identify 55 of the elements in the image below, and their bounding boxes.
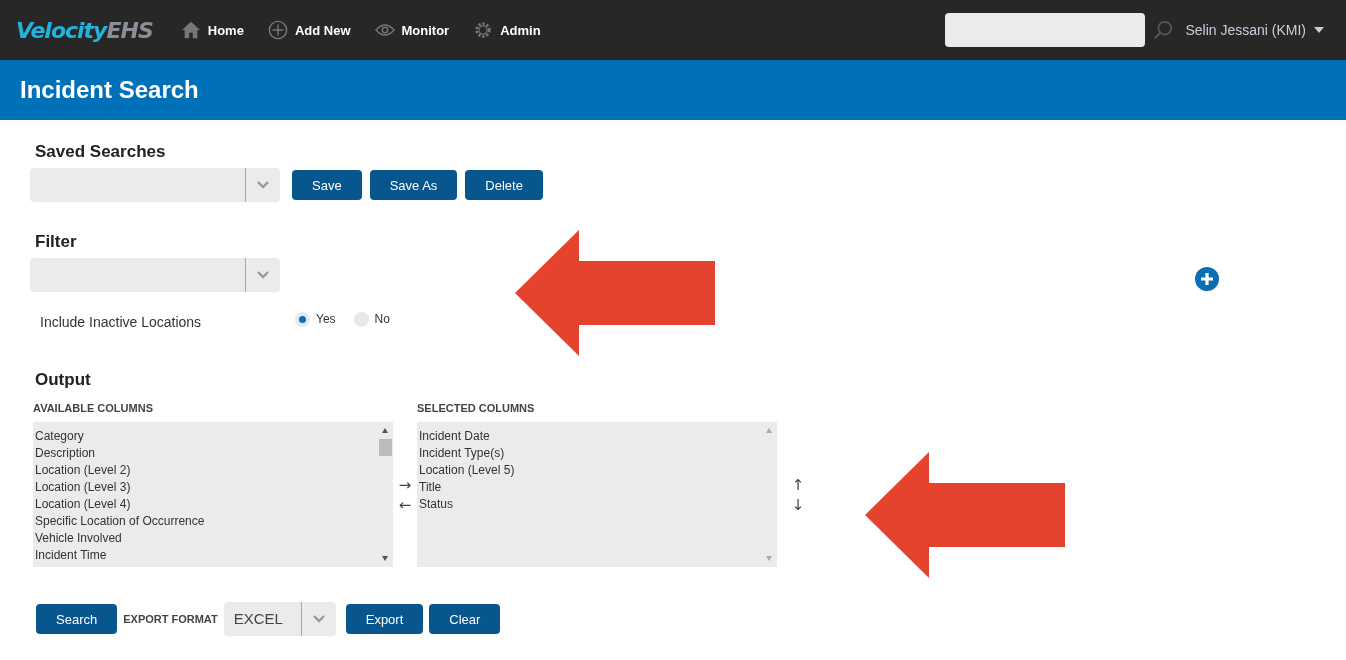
page-title: Incident Search bbox=[20, 76, 199, 104]
list-item[interactable]: Location (Level 3) bbox=[35, 479, 375, 496]
action-button[interactable]: Save As bbox=[369, 170, 458, 200]
action-button[interactable]: Save bbox=[292, 170, 362, 200]
saved-search-dropdown[interactable] bbox=[30, 168, 280, 202]
list-item[interactable]: Title bbox=[419, 479, 759, 496]
list-item[interactable]: Status bbox=[419, 496, 759, 513]
column-label: SELECTED COLUMNS bbox=[417, 402, 536, 416]
nav-link[interactable]: Add New bbox=[267, 20, 351, 40]
list-item[interactable]: Incident Time bbox=[35, 547, 375, 564]
add-icon[interactable] bbox=[1195, 267, 1219, 291]
action-button[interactable]: Delete bbox=[465, 170, 543, 200]
user-menu[interactable]: Selin Jessani (KMI) bbox=[1185, 22, 1324, 38]
radio-button[interactable] bbox=[295, 311, 310, 327]
chevron-icon bbox=[257, 181, 269, 189]
settings-icon bbox=[473, 20, 494, 40]
list-box[interactable]: Category Description Location (Level 2) Location (Level 3) Location (Level 4) Specific Location of Occurrence Vehicle Involved Incident Time bbox=[33, 422, 393, 567]
chevron-icon bbox=[257, 271, 269, 279]
clear-button[interactable]: Clear bbox=[429, 604, 501, 634]
nav-link[interactable]: Home bbox=[180, 20, 244, 40]
search-icon[interactable] bbox=[1153, 20, 1174, 40]
caret-icon bbox=[1314, 27, 1324, 33]
section-heading: Filter bbox=[35, 232, 78, 252]
list-item[interactable]: Location (Level 2) bbox=[35, 462, 375, 479]
section-heading: Output bbox=[35, 370, 92, 390]
column-label: AVAILABLE COLUMNS bbox=[33, 402, 154, 416]
radio-option[interactable]: No bbox=[353, 311, 390, 327]
field-label: Include Inactive Locations bbox=[40, 314, 203, 330]
add-icon bbox=[267, 20, 288, 40]
filter-dropdown[interactable] bbox=[30, 258, 280, 292]
section-heading: Saved Searches bbox=[35, 142, 167, 162]
list-item[interactable]: Specific Location of Occurrence bbox=[35, 513, 375, 530]
search-field[interactable] bbox=[945, 13, 1146, 47]
chevron-icon bbox=[312, 615, 325, 623]
list-item[interactable]: Location (Level 4) bbox=[35, 496, 375, 513]
nav-link[interactable]: Monitor bbox=[374, 20, 450, 40]
list-item[interactable]: Vehicle Involved bbox=[35, 530, 375, 547]
nav-link[interactable]: Admin bbox=[473, 20, 541, 40]
list-item[interactable]: Location (Level 5) bbox=[419, 462, 759, 479]
radio-option[interactable]: Yes bbox=[295, 311, 336, 327]
export-format-dropdown[interactable]: EXCEL bbox=[223, 602, 336, 636]
logo[interactable]: VelocityEHS bbox=[16, 17, 153, 43]
list-item[interactable]: Description bbox=[35, 445, 375, 462]
list-item[interactable]: Incident Date bbox=[419, 428, 759, 445]
reorder-button[interactable]: ↑ bbox=[783, 474, 813, 495]
reorder-button[interactable]: ↓ bbox=[783, 494, 813, 515]
home-icon bbox=[180, 20, 201, 40]
field-label: EXPORT FORMAT bbox=[123, 613, 218, 625]
move-button[interactable]: → bbox=[393, 474, 417, 495]
move-button[interactable]: ← bbox=[393, 494, 417, 515]
export-button[interactable]: Export bbox=[345, 604, 424, 634]
list-box[interactable]: Incident Date Incident Type(s) Location (Level 5) Title Status bbox=[417, 422, 777, 567]
search-button[interactable]: Search bbox=[36, 604, 118, 634]
list-item[interactable]: Incident Type(s) bbox=[419, 445, 759, 462]
list-item[interactable]: Category bbox=[35, 428, 375, 445]
